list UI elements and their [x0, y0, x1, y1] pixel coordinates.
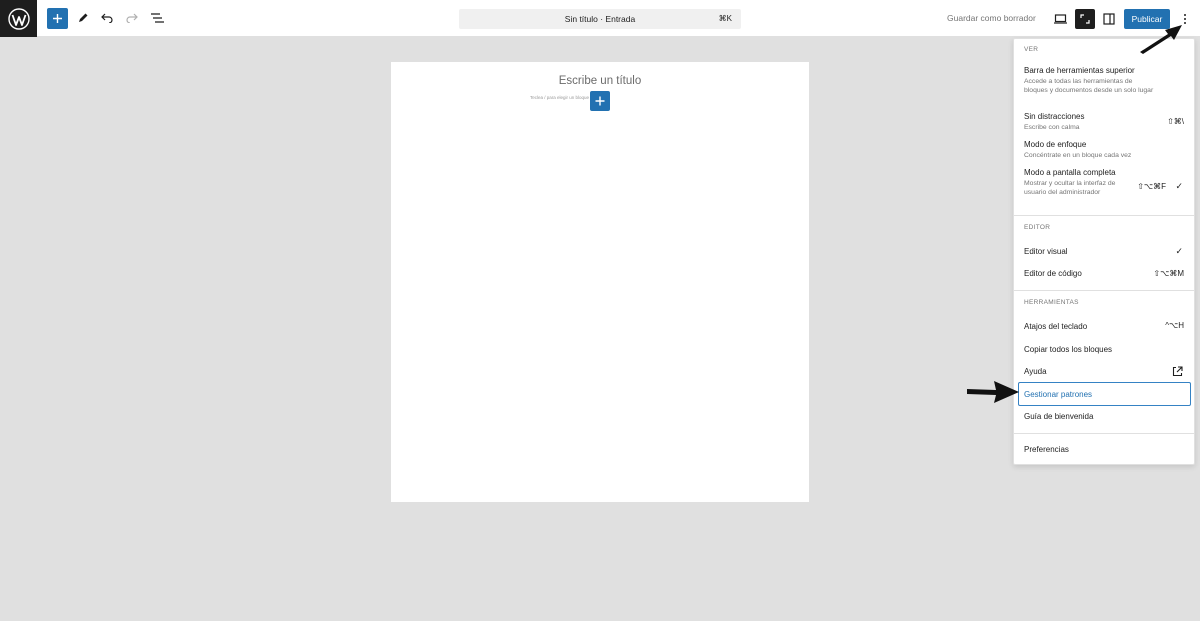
- redo-icon: [126, 13, 138, 23]
- block-inserter-button[interactable]: [47, 8, 68, 29]
- menu-item-label: Barra de herramientas superior: [1024, 66, 1135, 75]
- inline-inserter-button[interactable]: [590, 91, 610, 111]
- desktop-icon: [1053, 14, 1067, 24]
- menu-item-label: Editor visual: [1024, 247, 1068, 256]
- menu-item-label: Ayuda: [1024, 367, 1047, 376]
- document-title: Sin título · Entrada: [564, 14, 636, 24]
- menu-item-description: Accede a todas las herramientas de bloqu…: [1024, 78, 1154, 94]
- menu-item-label: Atajos del teclado: [1024, 322, 1088, 331]
- fullscreen-toggle-button[interactable]: [1075, 9, 1095, 29]
- list-view-button[interactable]: [147, 8, 167, 28]
- menu-item-shortcut: ⇧⌥⌘F: [1137, 182, 1166, 191]
- menu-item-shortcut: ^⌥H: [1165, 321, 1184, 330]
- menu-item-keyboard-shortcuts[interactable]: Atajos del teclado ^⌥H: [1014, 321, 1194, 335]
- external-link-icon: [1172, 366, 1183, 377]
- post-title-input[interactable]: Escribe un título: [391, 75, 809, 87]
- command-palette-shortcut: ⌘K: [718, 14, 732, 23]
- menu-item-fullscreen-mode[interactable]: Modo a pantalla completa Mostrar y ocult…: [1014, 168, 1194, 208]
- menu-item-label: Gestionar patrones: [1024, 390, 1093, 399]
- redo-button[interactable]: [122, 8, 142, 28]
- menu-item-welcome-guide[interactable]: Guía de bienvenida: [1014, 411, 1194, 425]
- top-toolbar: Sin título · Entrada ⌘K Guardar como bor…: [0, 0, 1200, 37]
- pen-icon: [79, 13, 88, 22]
- menu-item-preferences[interactable]: Preferencias: [1014, 444, 1194, 458]
- menu-item-description: Mostrar y ocultar la interfaz de usuario…: [1024, 180, 1116, 196]
- options-dropdown-menu: VER Barra de herramientas superior Acced…: [1013, 38, 1195, 465]
- block-placeholder[interactable]: Teclea / para elegir un bloque: [530, 95, 589, 100]
- menu-item-label: Copiar todos los bloques: [1024, 345, 1113, 354]
- menu-item-shortcut: ⇧⌥⌘M: [1153, 269, 1184, 278]
- menu-item-label: Preferencias: [1024, 445, 1069, 454]
- list-view-icon: [150, 13, 164, 23]
- plus-icon: [53, 14, 62, 23]
- document-bar[interactable]: Sin título · Entrada ⌘K: [459, 9, 741, 29]
- menu-item-shortcut: ⇧⌘\: [1167, 117, 1184, 126]
- check-icon: ✓: [1175, 246, 1183, 256]
- plus-icon: [595, 96, 605, 106]
- annotation-arrow-icon: [1140, 25, 1182, 54]
- sidebar-icon: [1103, 13, 1115, 25]
- section-label-ver: VER: [1024, 46, 1039, 53]
- menu-item-label: Modo de enfoque: [1024, 140, 1087, 149]
- settings-sidebar-button[interactable]: [1099, 9, 1119, 29]
- menu-item-description: Concéntrate en un bloque cada vez: [1024, 152, 1132, 159]
- menu-item-visual-editor[interactable]: Editor visual ✓: [1014, 246, 1194, 260]
- menu-item-help[interactable]: Ayuda: [1014, 366, 1194, 380]
- section-label-tools: HERRAMIENTAS: [1024, 299, 1079, 306]
- menu-separator: [1014, 290, 1194, 291]
- menu-item-label: Guía de bienvenida: [1024, 412, 1094, 421]
- undo-button[interactable]: [97, 8, 117, 28]
- menu-separator: [1014, 215, 1194, 216]
- menu-item-code-editor[interactable]: Editor de código ⇧⌥⌘M: [1014, 268, 1194, 282]
- wordpress-logo-icon[interactable]: [0, 0, 37, 37]
- tools-button[interactable]: [73, 8, 93, 28]
- menu-item-manage-patterns[interactable]: Gestionar patrones: [1018, 382, 1191, 406]
- check-icon: ✓: [1175, 181, 1183, 191]
- menu-item-label: Modo a pantalla completa: [1024, 168, 1116, 177]
- menu-item-copy-all-blocks[interactable]: Copiar todos los bloques: [1014, 344, 1194, 358]
- section-label-editor: EDITOR: [1024, 224, 1051, 231]
- undo-icon: [101, 13, 113, 23]
- menu-item-distraction-free[interactable]: Sin distracciones Escribe con calma ⇧⌘\: [1014, 112, 1194, 134]
- save-draft-button[interactable]: Guardar como borrador: [947, 13, 1036, 23]
- menu-item-label: Sin distracciones: [1024, 112, 1085, 121]
- menu-item-top-toolbar[interactable]: Barra de herramientas superior Accede a …: [1014, 66, 1194, 106]
- menu-item-description: Escribe con calma: [1024, 124, 1080, 131]
- menu-item-spotlight-mode[interactable]: Modo de enfoque Concéntrate en un bloque…: [1014, 140, 1194, 162]
- annotation-arrow-icon: [967, 381, 1019, 403]
- fullscreen-icon: [1080, 14, 1090, 24]
- menu-item-label: Editor de código: [1024, 269, 1082, 278]
- preview-button[interactable]: [1050, 9, 1070, 29]
- menu-separator: [1014, 433, 1194, 434]
- editor-canvas: Escribe un título Teclea / para elegir u…: [391, 62, 809, 502]
